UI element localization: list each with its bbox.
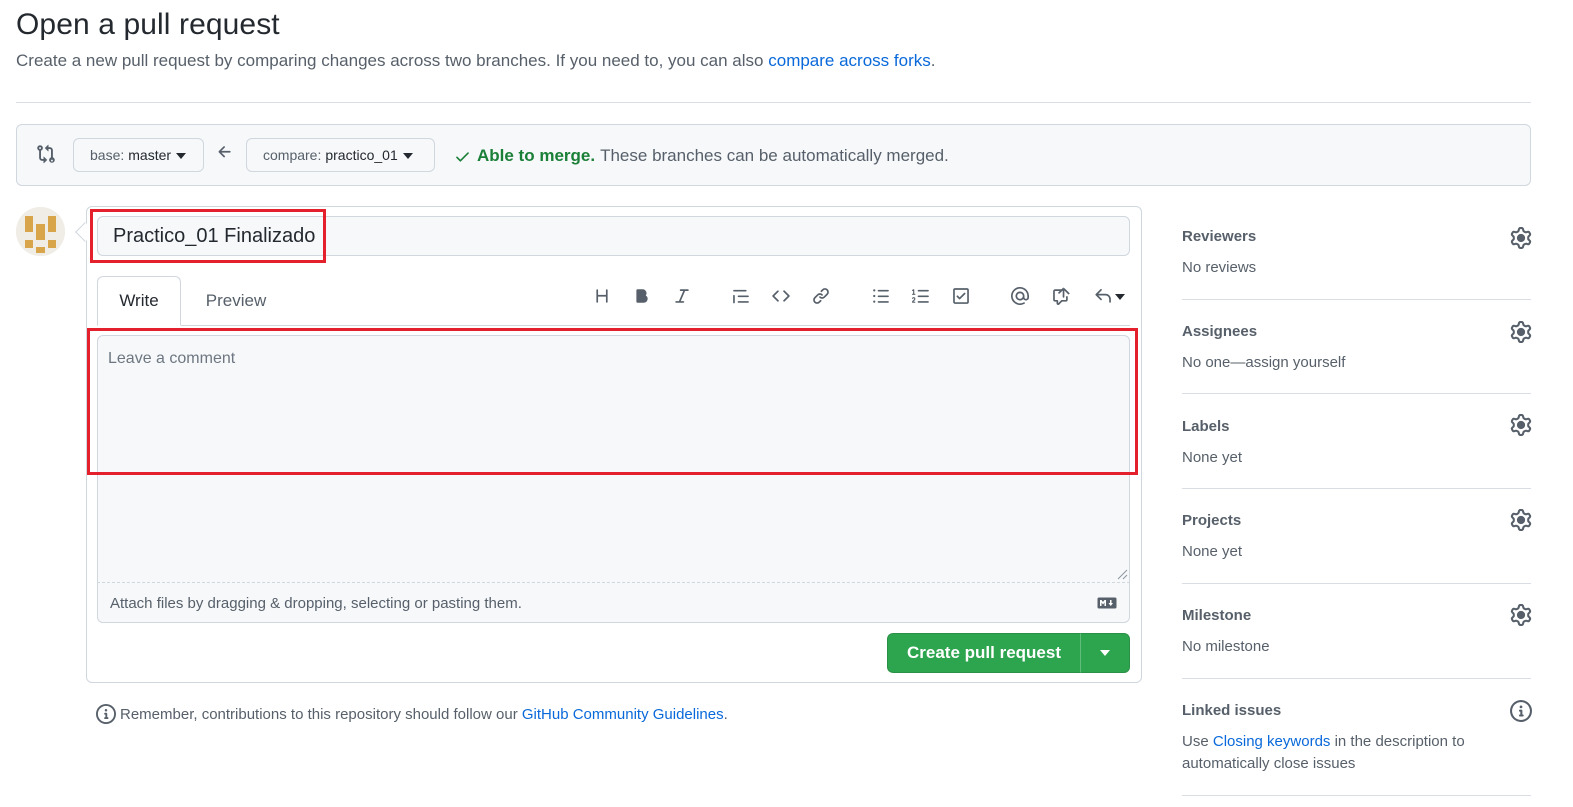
page-title: Open a pull request: [16, 8, 280, 41]
milestone-gear-icon[interactable]: [1510, 604, 1532, 626]
markdown-icon[interactable]: [1097, 597, 1117, 609]
create-options-dropdown[interactable]: [1080, 633, 1130, 673]
task-list-icon[interactable]: [949, 284, 973, 308]
quote-icon[interactable]: [729, 284, 753, 308]
reviewers-title[interactable]: Reviewers: [1182, 228, 1531, 245]
sidebar-divider: [1182, 393, 1531, 394]
info-icon: [96, 704, 116, 724]
milestone-value: No milestone: [1182, 638, 1270, 655]
reviewers-gear-icon[interactable]: [1510, 227, 1532, 249]
closing-keywords-link[interactable]: Closing keywords: [1213, 733, 1331, 750]
sidebar-divider: [1182, 488, 1531, 489]
ordered-list-icon[interactable]: [909, 284, 933, 308]
guidelines-text: Remember, contributions to this reposito…: [120, 705, 518, 723]
projects-gear-icon[interactable]: [1510, 509, 1532, 531]
compare-value: practico_01: [325, 147, 398, 163]
info-icon[interactable]: [1510, 700, 1532, 722]
sidebar-divider: [1182, 678, 1531, 679]
tab-preview[interactable]: Preview: [190, 276, 282, 326]
sidebar-milestone: Milestone No milestone: [1182, 607, 1531, 658]
arrow-left-icon: [218, 146, 231, 158]
italic-icon[interactable]: [670, 284, 694, 308]
sidebar-linked-issues: Linked issues Use Closing keywords in th…: [1182, 702, 1531, 775]
check-icon: [456, 151, 469, 162]
subtitle-end: .: [930, 51, 936, 70]
heading-icon[interactable]: [590, 284, 614, 308]
link-icon[interactable]: [809, 284, 833, 308]
compare-branch-select[interactable]: compare: practico_01: [246, 138, 435, 172]
linked-issues-title: Linked issues: [1182, 702, 1282, 719]
comment-textarea[interactable]: [97, 335, 1130, 583]
base-value: master: [128, 147, 172, 163]
merge-status: Able to merge. These branches can be aut…: [454, 146, 949, 166]
assignees-gear-icon[interactable]: [1510, 321, 1532, 343]
title-input[interactable]: [97, 216, 1130, 256]
sidebar-reviewers: Reviewers No reviews: [1182, 228, 1531, 279]
projects-title[interactable]: Projects: [1182, 512, 1531, 529]
compare-label: compare:: [263, 147, 322, 163]
resize-handle-icon[interactable]: [1114, 566, 1128, 580]
sidebar-projects: Projects None yet: [1182, 512, 1531, 563]
attach-files-text: Attach files by dragging & dropping, sel…: [110, 595, 522, 612]
sidebar-assignees: Assignees No one—assign yourself: [1182, 323, 1531, 374]
base-branch-select[interactable]: base: master: [73, 138, 204, 172]
assignees-value[interactable]: No one—assign yourself: [1182, 352, 1531, 374]
mention-icon[interactable]: [1008, 284, 1032, 308]
sidebar-divider: [1182, 299, 1531, 300]
sidebar-divider: [1182, 583, 1531, 584]
page-subtitle: Create a new pull request by comparing c…: [16, 51, 935, 71]
projects-value: None yet: [1182, 543, 1243, 560]
labels-value: None yet: [1182, 449, 1243, 466]
tab-write[interactable]: Write: [97, 276, 181, 326]
create-pull-request-button[interactable]: Create pull request: [887, 633, 1081, 673]
merge-detail-text: These branches can be automatically merg…: [600, 146, 949, 165]
guidelines-note: Remember, contributions to this reposito…: [96, 704, 728, 724]
code-icon[interactable]: [769, 284, 793, 308]
community-guidelines-link[interactable]: GitHub Community Guidelines: [522, 706, 724, 723]
compare-across-forks-link[interactable]: compare across forks: [768, 51, 931, 70]
merge-ok-text: Able to merge.: [477, 146, 596, 165]
assignees-title[interactable]: Assignees: [1182, 323, 1531, 340]
guidelines-end: .: [723, 705, 728, 723]
chevron-down-icon: [402, 153, 413, 159]
reviewers-value: No reviews: [1182, 259, 1257, 276]
sidebar-labels: Labels None yet: [1182, 418, 1531, 469]
sidebar-divider: [1182, 795, 1531, 796]
header-divider: [16, 102, 1531, 103]
unordered-list-icon[interactable]: [869, 284, 893, 308]
cross-reference-icon[interactable]: [1049, 284, 1073, 308]
bold-icon[interactable]: [630, 284, 654, 308]
base-label: base:: [90, 147, 125, 163]
labels-gear-icon[interactable]: [1510, 414, 1532, 436]
reply-icon[interactable]: [1090, 284, 1128, 308]
linked-issues-pre: Use: [1182, 733, 1209, 750]
identicon-icon: [16, 207, 65, 256]
git-compare-icon: [37, 144, 55, 164]
avatar[interactable]: [16, 207, 65, 256]
milestone-title[interactable]: Milestone: [1182, 607, 1531, 624]
labels-title[interactable]: Labels: [1182, 418, 1531, 435]
chevron-down-icon: [1100, 650, 1110, 656]
chevron-down-icon: [176, 153, 187, 159]
linked-issues-value: Use Closing keywords in the description …: [1182, 731, 1482, 775]
subtitle-text: Create a new pull request by comparing c…: [16, 51, 764, 70]
chevron-down-icon: [1114, 294, 1125, 300]
